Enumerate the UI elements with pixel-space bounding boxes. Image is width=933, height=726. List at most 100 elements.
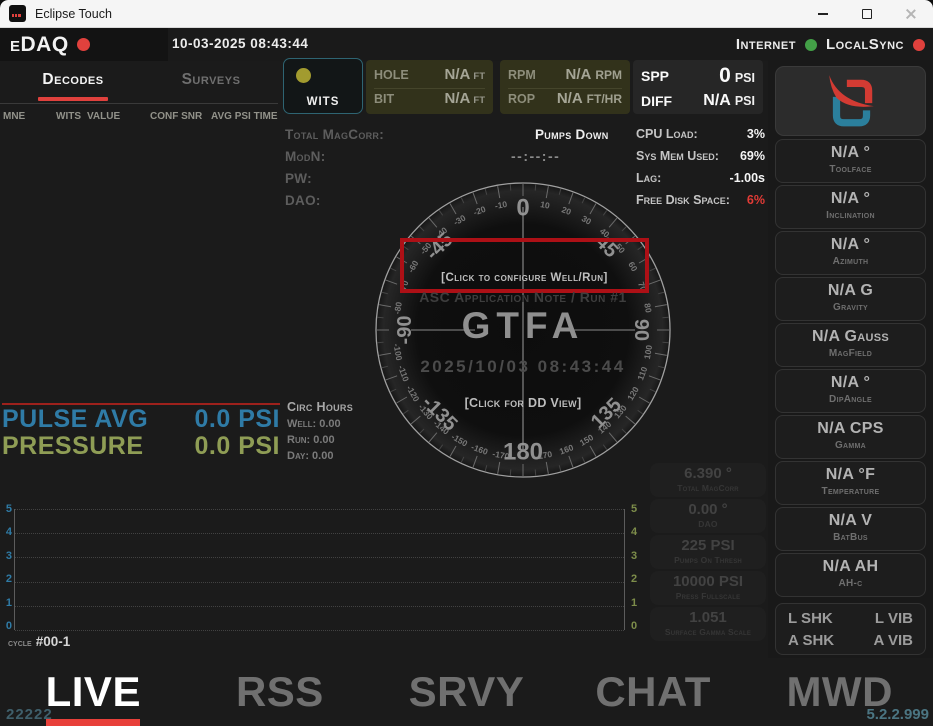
telemetry-label: MagField [776,347,925,360]
bit-value: N/A [445,90,471,107]
circ-hours-row: Well: 0.00 [287,418,377,430]
compass-mode: GTFA [373,305,673,347]
chart-gridline [15,630,624,631]
telemetry-card-gravity: N/A GGravity [775,277,926,321]
config-item-label: Surface Gamma Scale [650,627,766,638]
chart-gridline [15,582,624,583]
modn-label: ModN: [285,149,326,164]
pressure-row: PRESSURE 0.0 PSI [2,433,280,460]
diff-row: DIFF N/APSI [641,91,755,110]
telemetry-value: N/A ° [776,189,925,209]
internet-status-dot [805,39,817,51]
nav-item-srvy[interactable]: SRVY [373,658,560,726]
telemetry-value: N/A ° [776,373,925,393]
maximize-button[interactable] [845,0,889,27]
app-name: eDAQ [10,33,69,57]
circ-hours-row: Day: 0.00 [287,450,377,462]
minimize-icon [818,13,828,15]
rop-value: N/A [557,90,583,107]
system-stat-row: CPU Load:3% [636,127,765,149]
telemetry-label: Gravity [776,301,925,314]
localsync-label: LocalSync [826,36,904,53]
nav-item-rss[interactable]: RSS [187,658,374,726]
rop-unit: FT/HR [587,92,622,106]
rpm-row: RPM N/ARPM [508,66,622,84]
left-ytick: 2 [6,573,12,585]
total-magcorr-label: Total MagCorr: [285,127,384,142]
bit-unit: FT [473,95,485,106]
diff-value: N/A [703,92,731,109]
hole-value: N/A [445,66,471,83]
telemetry-sidebar: N/A °ToolfaceN/A °InclinationN/A °Azimut… [768,60,933,658]
right-ytick: 3 [631,550,637,562]
chart-gridline [15,509,624,510]
left-ytick: 4 [6,526,12,538]
window-titlebar: Eclipse Touch [0,0,933,28]
localsync-status-dot [913,39,925,51]
hole-bit-gauge: HOLE N/AFT BIT N/AFT [366,60,493,114]
wits-indicator[interactable]: WITS [283,58,363,114]
telemetry-card-inclination: N/A °Inclination [775,185,926,229]
circ-hours-rows: Well: 0.00Run: 0.00Day: 0.00 [287,418,377,462]
config-item: 10000 PSIPress Fullscale [650,571,766,605]
top-status-bar: eDAQ 10-03-2025 08:43:44 Internet LocalS… [0,28,933,61]
wits-status-dot [296,68,311,83]
right-ytick: 0 [631,620,637,632]
spp-unit: PSI [735,71,755,85]
config-item-value: 6.390 ° [650,465,766,483]
wits-label: WITS [284,96,362,108]
window-title: Eclipse Touch [35,7,112,21]
rpm-unit: RPM [595,68,622,82]
config-item-label: Press Fullscale [650,591,766,602]
well-run-name: ASC Application Note / Run #1 [373,289,673,305]
shock-cell: A VIB [851,632,914,649]
active-tab-underline [38,97,108,101]
telemetry-label: Gamma [776,439,925,452]
chart-left-axis: 543210 [2,503,12,632]
current-timestamp: 10-03-2025 08:43:44 [172,36,308,51]
telemetry-value: N/A ° [776,235,925,255]
telemetry-value: N/A AH [776,557,925,577]
logo-card [775,66,926,136]
dd-view-button[interactable]: [Click for DD View] [373,396,673,410]
tab-surveys[interactable]: Surveys [168,71,254,89]
pulse-avg-value: 0.0 PSI [195,406,281,433]
decode-column-header: VALUE [87,111,120,122]
nav-item-chat[interactable]: CHAT [560,658,747,726]
rop-label: ROP [508,92,535,106]
decode-column-header: WITS [56,111,81,122]
right-ytick: 5 [631,503,637,515]
shock-cell: L VIB [851,610,914,627]
config-item: 6.390 °Total MagCorr [650,463,766,497]
chart-gridline [15,606,624,607]
system-stat-value: 6% [747,193,765,207]
minimize-button[interactable] [801,0,845,27]
eclipse-logo-icon [822,72,880,130]
configure-well-run-button[interactable]: [Click to configure Well/Run] [400,238,649,293]
right-ytick: 4 [631,526,637,538]
telemetry-card-magfield: N/A GaussMagField [775,323,926,367]
connection-indicators: Internet LocalSync [736,28,925,61]
version-number: 5.2.2.999 [866,706,929,723]
pulse-chart [14,509,625,630]
pulse-avg-label: PULSE AVG [2,406,148,433]
close-button[interactable] [889,0,933,27]
pressure-value: 0.0 PSI [195,433,281,460]
circ-hours-title: Circ Hours [287,400,377,414]
spp-value: 0 [719,64,731,87]
app-brand: eDAQ [0,28,168,61]
build-number: 22222 [6,706,53,723]
shock-cell: L SHK [788,610,851,627]
config-item-value: 10000 PSI [650,573,766,591]
telemetry-label: Azimuth [776,255,925,268]
telemetry-label: Temperature [776,485,925,498]
tab-divider [0,103,278,104]
chart-gridline [15,557,624,558]
system-stat-value: 69% [740,149,765,163]
pw-label: PW: [285,171,312,186]
rop-row: ROP N/A FT/HR [508,88,622,108]
telemetry-value: N/A Gauss [776,327,925,347]
tab-decodes[interactable]: Decodes [30,71,116,89]
left-ytick: 0 [6,620,12,632]
config-item: 0.00 °DAO [650,499,766,533]
